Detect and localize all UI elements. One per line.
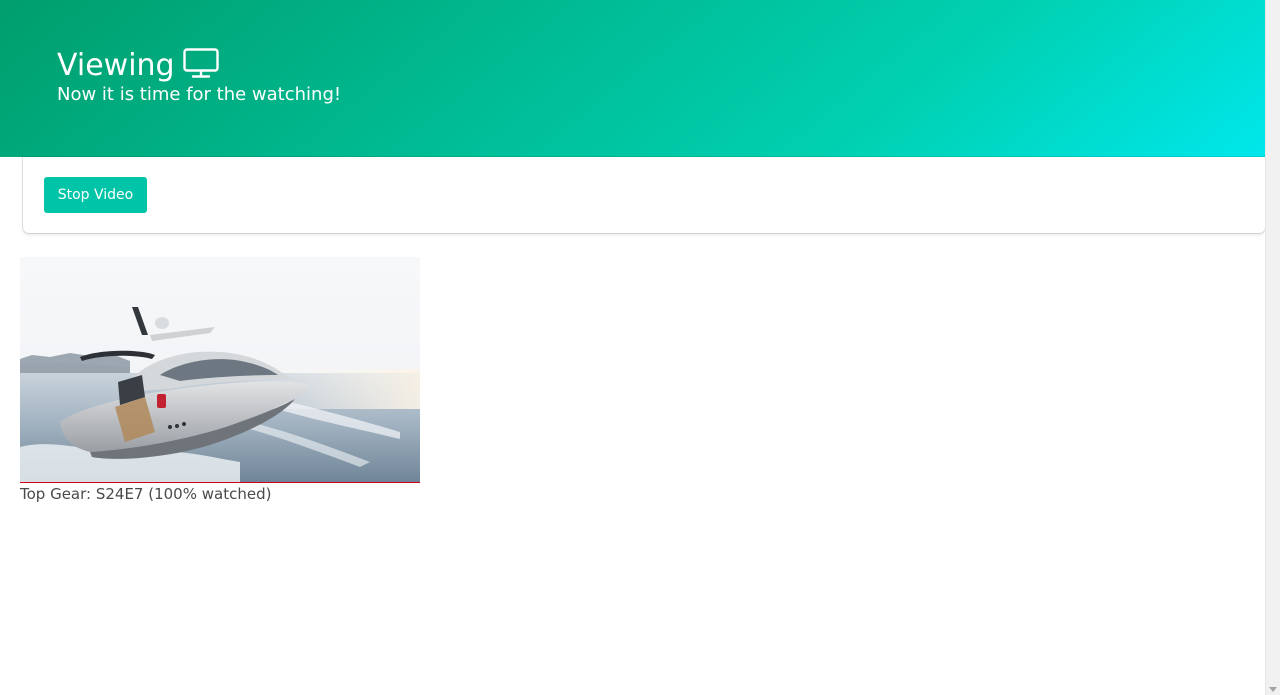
page-title: Viewing: [57, 44, 219, 86]
page-title-text: Viewing: [57, 47, 175, 83]
desktop-monitor-icon: [182, 48, 219, 78]
controls-box: Stop Video: [23, 157, 1265, 233]
scroll-down-arrow-icon[interactable]: [1269, 687, 1277, 692]
video-caption: Top Gear: S24E7 (100% watched): [20, 485, 272, 503]
page: Viewing Now it is time for the watching!…: [0, 0, 1265, 695]
stop-video-button[interactable]: Stop Video: [44, 177, 147, 213]
page-subtitle: Now it is time for the watching!: [57, 84, 342, 105]
hero-banner: Viewing Now it is time for the watching!: [0, 0, 1265, 157]
vertical-scrollbar[interactable]: [1265, 0, 1280, 695]
video-thumbnail[interactable]: [20, 257, 420, 483]
boat-yacht-thumbnail: [20, 257, 420, 482]
